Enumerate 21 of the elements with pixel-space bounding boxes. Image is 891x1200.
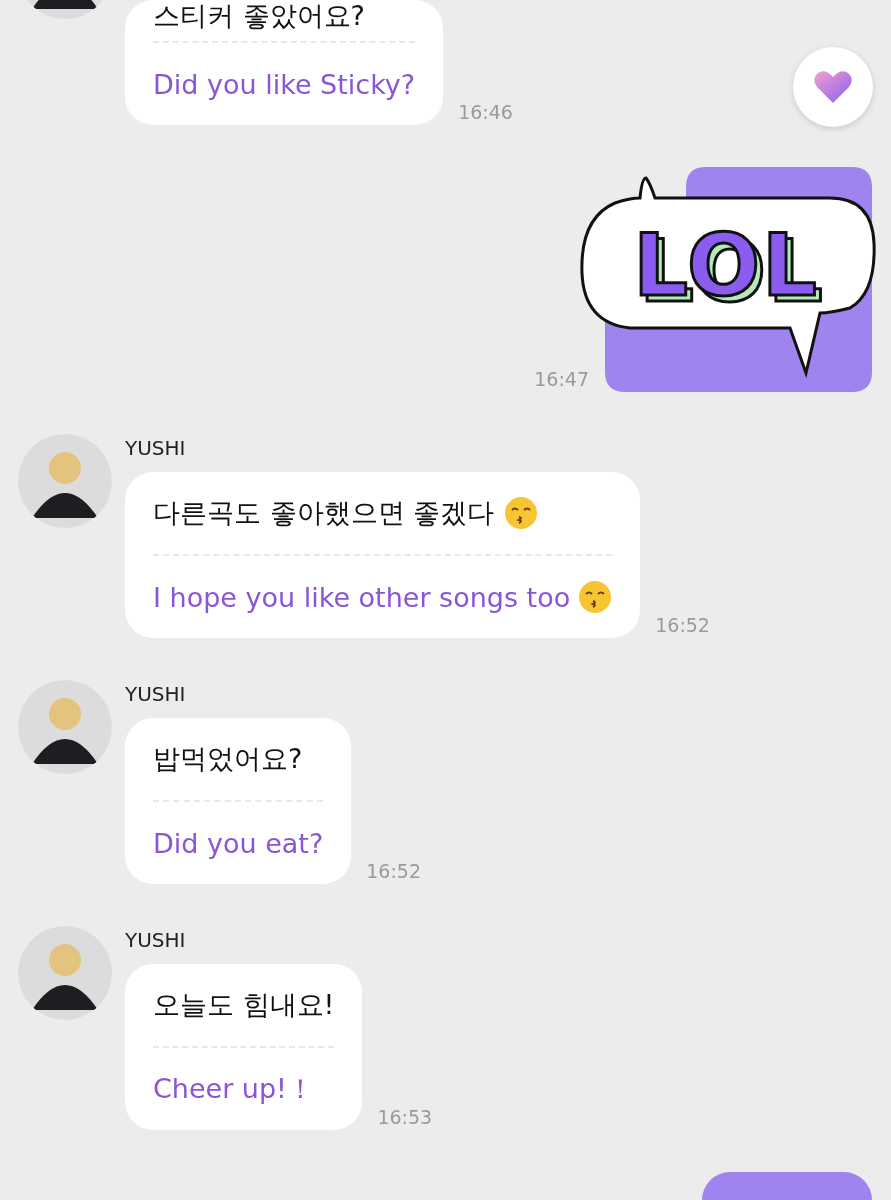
sender-name: YUSHI (125, 682, 187, 708)
translation-text: Cheer up!！ (153, 1072, 314, 1106)
message-time: 16:47 (534, 368, 589, 390)
message-time: 16:46 (458, 101, 513, 123)
message-text: 다른곡도 좋아했으면 좋겠다 (153, 496, 495, 530)
message-text: 오늘도 힘내요! (153, 988, 335, 1022)
sender-name: YUSHI (125, 436, 187, 462)
message-text: 스티커 좋았어요? (153, 0, 365, 32)
message-time: 16:53 (377, 1106, 433, 1128)
translation-text: Did you like Sticky? (153, 68, 416, 100)
translation-text: I hope you like other songs too (153, 581, 571, 613)
heart-icon (813, 69, 853, 105)
translation-text: Did you eat? (153, 827, 324, 859)
avatar[interactable] (18, 434, 112, 528)
heart-button[interactable] (793, 47, 873, 127)
message-text: 밥먹었어요? (153, 742, 303, 776)
avatar[interactable] (18, 680, 112, 774)
avatar[interactable] (18, 926, 112, 1020)
message-time: 16:52 (655, 614, 710, 636)
sender-name: YUSHI (125, 928, 187, 954)
message-time: 16:52 (366, 860, 422, 882)
